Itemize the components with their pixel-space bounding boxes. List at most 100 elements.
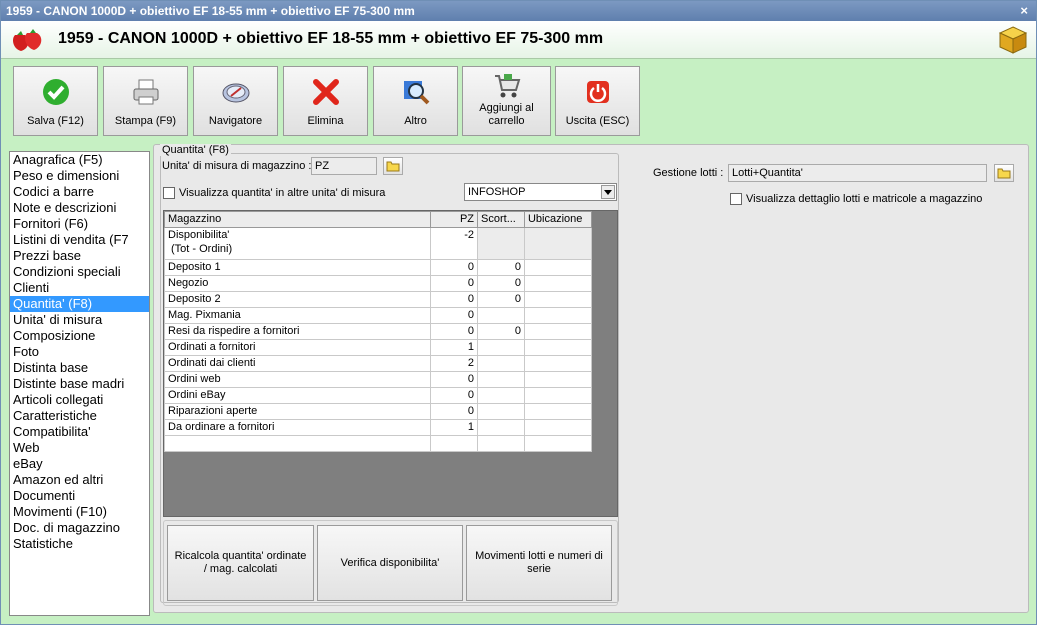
sidebar-item[interactable]: Amazon ed altri: [10, 472, 149, 488]
cell-ubicazione[interactable]: [523, 323, 593, 340]
sidebar-item[interactable]: Condizioni speciali: [10, 264, 149, 280]
sidebar-item[interactable]: Doc. di magazzino: [10, 520, 149, 536]
cell-pz[interactable]: -2: [430, 227, 479, 260]
cube-icon[interactable]: [998, 25, 1028, 55]
salva-button[interactable]: Salva (F12): [13, 66, 98, 136]
sidebar-item[interactable]: Anagrafica (F5): [10, 152, 149, 168]
table-row[interactable]: Mag. Pixmania 0: [163, 307, 593, 324]
sidebar-item[interactable]: Peso e dimensioni: [10, 168, 149, 184]
sidebar-item[interactable]: Statistiche: [10, 536, 149, 552]
sidebar-item[interactable]: Articoli collegati: [10, 392, 149, 408]
column-header-pz[interactable]: PZ: [430, 211, 479, 228]
cell-magazzino[interactable]: Ordini web: [163, 371, 432, 388]
cell-pz[interactable]: 2: [430, 355, 479, 372]
cell-ubicazione[interactable]: [523, 339, 593, 356]
cell-ubicazione[interactable]: [523, 259, 593, 276]
cell-magazzino[interactable]: Ordinati a fornitori: [163, 339, 432, 356]
table-row[interactable]: Ordini web 0: [163, 371, 593, 388]
table-row[interactable]: Resi da rispedire a fornitori 0 0: [163, 323, 593, 340]
show-other-units-checkbox[interactable]: [163, 187, 175, 199]
cell-magazzino[interactable]: Resi da rispedire a fornitori: [163, 323, 432, 340]
cell-scorta[interactable]: [477, 387, 525, 404]
sidebar-item[interactable]: Unita' di misura: [10, 312, 149, 328]
uscita-button[interactable]: Uscita (ESC): [555, 66, 640, 136]
altro-button[interactable]: Altro: [373, 66, 458, 136]
sidebar-item[interactable]: Note e descrizioni: [10, 200, 149, 216]
cell-scorta[interactable]: [477, 419, 525, 436]
cell-scorta[interactable]: [477, 355, 525, 372]
cell-ubicazione[interactable]: [523, 419, 593, 436]
column-header-ubicazione[interactable]: Ubicazione: [523, 211, 593, 228]
stampa-button[interactable]: Stampa (F9): [103, 66, 188, 136]
sidebar-item[interactable]: Distinta base: [10, 360, 149, 376]
cell-ubicazione[interactable]: [523, 291, 593, 308]
cell-magazzino[interactable]: [163, 435, 432, 452]
navigatore-button[interactable]: Navigatore: [193, 66, 278, 136]
cell-scorta[interactable]: [477, 227, 525, 260]
lots-field[interactable]: Lotti+Quantita': [728, 164, 987, 182]
table-row[interactable]: Ordini eBay 0: [163, 387, 593, 404]
cell-pz[interactable]: 0: [430, 275, 479, 292]
table-row[interactable]: Negozio 0 0: [163, 275, 593, 292]
cell-magazzino[interactable]: Deposito 2: [163, 291, 432, 308]
cell-scorta[interactable]: [477, 307, 525, 324]
cell-magazzino[interactable]: Da ordinare a fornitori: [163, 419, 432, 436]
cell-scorta[interactable]: [477, 371, 525, 388]
movimenti-lotti-button[interactable]: Movimenti lotti e numeri di serie: [466, 525, 612, 601]
cell-pz[interactable]: 0: [430, 371, 479, 388]
cell-ubicazione[interactable]: [523, 307, 593, 324]
lots-folder-button[interactable]: [994, 164, 1014, 182]
cell-scorta[interactable]: 0: [477, 275, 525, 292]
cell-scorta[interactable]: [477, 339, 525, 356]
table-row[interactable]: Deposito 1 00: [163, 259, 593, 276]
cell-scorta[interactable]: 0: [477, 323, 525, 340]
table-row[interactable]: Disponibilita' (Tot - Ordini) -2: [163, 227, 593, 260]
cell-pz[interactable]: 0: [430, 387, 479, 404]
sidebar-item[interactable]: Caratteristiche: [10, 408, 149, 424]
cell-pz[interactable]: 0: [430, 259, 479, 276]
table-row[interactable]: [163, 435, 593, 452]
sidebar-item[interactable]: Prezzi base: [10, 248, 149, 264]
unit-field[interactable]: PZ: [311, 157, 377, 175]
sidebar-item[interactable]: Quantita' (F8): [10, 296, 149, 312]
cell-ubicazione[interactable]: [523, 227, 593, 260]
table-row[interactable]: Da ordinare a fornitori 1: [163, 419, 593, 436]
table-row[interactable]: Ordinati a fornitori 1: [163, 339, 593, 356]
column-header-scorta[interactable]: Scort...: [477, 211, 525, 228]
cell-magazzino[interactable]: Ordini eBay: [163, 387, 432, 404]
cell-pz[interactable]: 1: [430, 419, 479, 436]
cell-magazzino[interactable]: Negozio: [163, 275, 432, 292]
table-row[interactable]: Ordinati dai clienti 2: [163, 355, 593, 372]
cell-scorta[interactable]: [477, 403, 525, 420]
table-row[interactable]: Deposito 2 00: [163, 291, 593, 308]
cell-pz[interactable]: 0: [430, 323, 479, 340]
cell-ubicazione[interactable]: [523, 403, 593, 420]
cell-ubicazione[interactable]: [523, 355, 593, 372]
cell-scorta[interactable]: 0: [477, 259, 525, 276]
ricalcola-button[interactable]: Ricalcola quantita' ordinate / mag. calc…: [167, 525, 314, 601]
cell-pz[interactable]: 1: [430, 339, 479, 356]
chevron-down-icon[interactable]: [601, 185, 615, 199]
cell-pz[interactable]: 0: [430, 307, 479, 324]
verifica-disponibilita-button[interactable]: Verifica disponibilita': [317, 525, 463, 601]
sidebar-item[interactable]: Composizione: [10, 328, 149, 344]
column-header-magazzino[interactable]: Magazzino: [163, 211, 432, 228]
sidebar-item[interactable]: Web: [10, 440, 149, 456]
cell-magazzino[interactable]: Mag. Pixmania: [163, 307, 432, 324]
sidebar-item[interactable]: Clienti: [10, 280, 149, 296]
warehouse-select[interactable]: INFOSHOP: [464, 183, 617, 201]
close-icon[interactable]: ×: [1020, 1, 1028, 21]
sidebar-item[interactable]: Listini di vendita (F7: [10, 232, 149, 248]
cell-magazzino[interactable]: Riparazioni aperte: [163, 403, 432, 420]
sidebar-item[interactable]: eBay: [10, 456, 149, 472]
cell-ubicazione[interactable]: [523, 435, 593, 452]
cell-ubicazione[interactable]: [523, 275, 593, 292]
cell-ubicazione[interactable]: [523, 371, 593, 388]
cell-magazzino[interactable]: Ordinati dai clienti: [163, 355, 432, 372]
sidebar-item[interactable]: Foto: [10, 344, 149, 360]
cell-magazzino[interactable]: Disponibilita' (Tot - Ordini): [163, 227, 432, 260]
elimina-button[interactable]: Elimina: [283, 66, 368, 136]
sidebar-item[interactable]: Movimenti (F10): [10, 504, 149, 520]
cell-pz[interactable]: 0: [430, 403, 479, 420]
cell-scorta[interactable]: [477, 435, 525, 452]
